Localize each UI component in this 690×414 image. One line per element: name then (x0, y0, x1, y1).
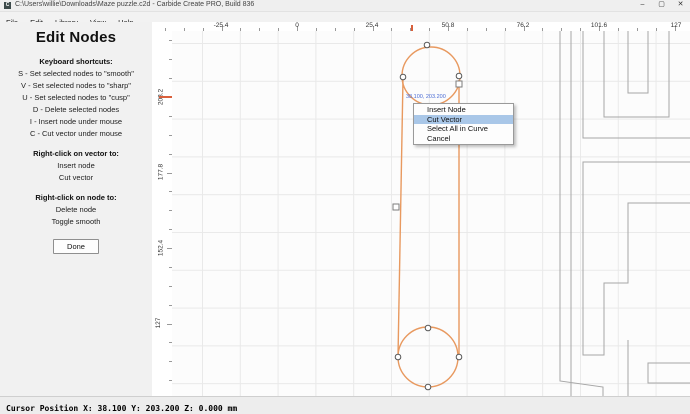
edit-nodes-panel: Edit Nodes Keyboard shortcuts: S - Set se… (0, 22, 153, 396)
selected-vector-circle (398, 327, 458, 387)
ruler-label: 101.6 (591, 22, 607, 29)
vector-drawing (172, 31, 690, 396)
app-icon: C (4, 2, 11, 9)
ruler-label: 0 (295, 22, 299, 29)
maze-vector-path (583, 162, 690, 355)
ruler-label: 177.8 (158, 164, 165, 180)
node-handle-circle (400, 74, 406, 80)
shortcut-line: S - Set selected nodes to "smooth" (0, 69, 152, 78)
context-menu-item-cancel[interactable]: Cancel (414, 134, 513, 144)
window-title: C:\Users\willie\Downloads\Maze puzzle.c2… (15, 1, 254, 8)
section-heading: Keyboard shortcuts: (0, 57, 152, 66)
shortcut-line: Insert node (0, 161, 152, 170)
maze-vector-path (583, 31, 690, 138)
shortcut-line: Toggle smooth (0, 217, 152, 226)
node-handle-circle (425, 384, 431, 390)
node-handle-circle (395, 354, 401, 360)
shortcut-line: I - Insert node under mouse (0, 117, 152, 126)
context-menu-item-cut-vector[interactable]: Cut Vector (414, 115, 513, 125)
title-bar[interactable]: C C:\Users\willie\Downloads\Maze puzzle.… (0, 0, 690, 12)
node-handle-circle (456, 354, 462, 360)
maze-vector-path (604, 31, 669, 117)
maze-vector-path (628, 31, 648, 93)
context-menu: Insert NodeCut VectorSelect All in Curve… (413, 103, 514, 145)
minimize-button[interactable]: – (633, 0, 652, 11)
node-coordinate-label: 38.100, 203.200 (406, 94, 446, 100)
node-handle-square (456, 81, 462, 87)
maze-vector-path (560, 31, 603, 396)
cursor-marker-y (159, 96, 172, 98)
done-button[interactable]: Done (53, 239, 99, 254)
ruler-label: 25.4 (366, 22, 379, 29)
cursor-position-readout: Cursor Position X: 38.100 Y: 203.200 Z: … (6, 404, 237, 413)
shortcut-line: Delete node (0, 205, 152, 214)
ruler-label: 152.4 (158, 240, 165, 256)
ruler-label: 76.2 (517, 22, 530, 29)
page-title: Edit Nodes (0, 29, 152, 46)
design-canvas[interactable]: 38.100, 203.200 (172, 31, 690, 396)
close-button[interactable]: ✕ (671, 0, 690, 11)
shortcut-line: U - Set selected nodes to "cusp" (0, 93, 152, 102)
ruler-label: -25.4 (214, 22, 229, 29)
shortcut-line: Cut vector (0, 173, 152, 182)
panel-sections: Keyboard shortcuts: S - Set selected node… (0, 57, 152, 226)
context-menu-item-select-all-in-curve[interactable]: Select All in Curve (414, 124, 513, 134)
maze-vector-path (648, 363, 690, 383)
shortcut-line: V - Set selected nodes to "sharp" (0, 81, 152, 90)
shortcut-line: D - Delete selected nodes (0, 105, 152, 114)
ruler-label: 127 (155, 318, 162, 329)
menu-bar: FileEditLibraryViewHelp (0, 12, 690, 22)
section-heading: Right-click on node to: (0, 193, 152, 202)
ruler-label: 127 (671, 22, 682, 29)
node-handle-circle (456, 73, 462, 79)
node-handle-square (393, 204, 399, 210)
application-window: C C:\Users\willie\Downloads\Maze puzzle.… (0, 0, 690, 414)
node-handle-circle (425, 325, 431, 331)
maximize-button[interactable]: ▢ (652, 0, 671, 11)
context-menu-item-insert-node[interactable]: Insert Node (414, 105, 513, 115)
node-handle-circle (424, 42, 430, 48)
status-bar: Cursor Position X: 38.100 Y: 203.200 Z: … (0, 396, 690, 414)
selected-vector-line (398, 78, 403, 357)
section-heading: Right-click on vector to: (0, 149, 152, 158)
shortcut-line: C - Cut vector under mouse (0, 129, 152, 138)
ruler-vertical: 203.2177.8152.4127 (152, 31, 173, 396)
window-controls: –▢✕ (633, 0, 690, 11)
ruler-label: 50.8 (442, 22, 455, 29)
